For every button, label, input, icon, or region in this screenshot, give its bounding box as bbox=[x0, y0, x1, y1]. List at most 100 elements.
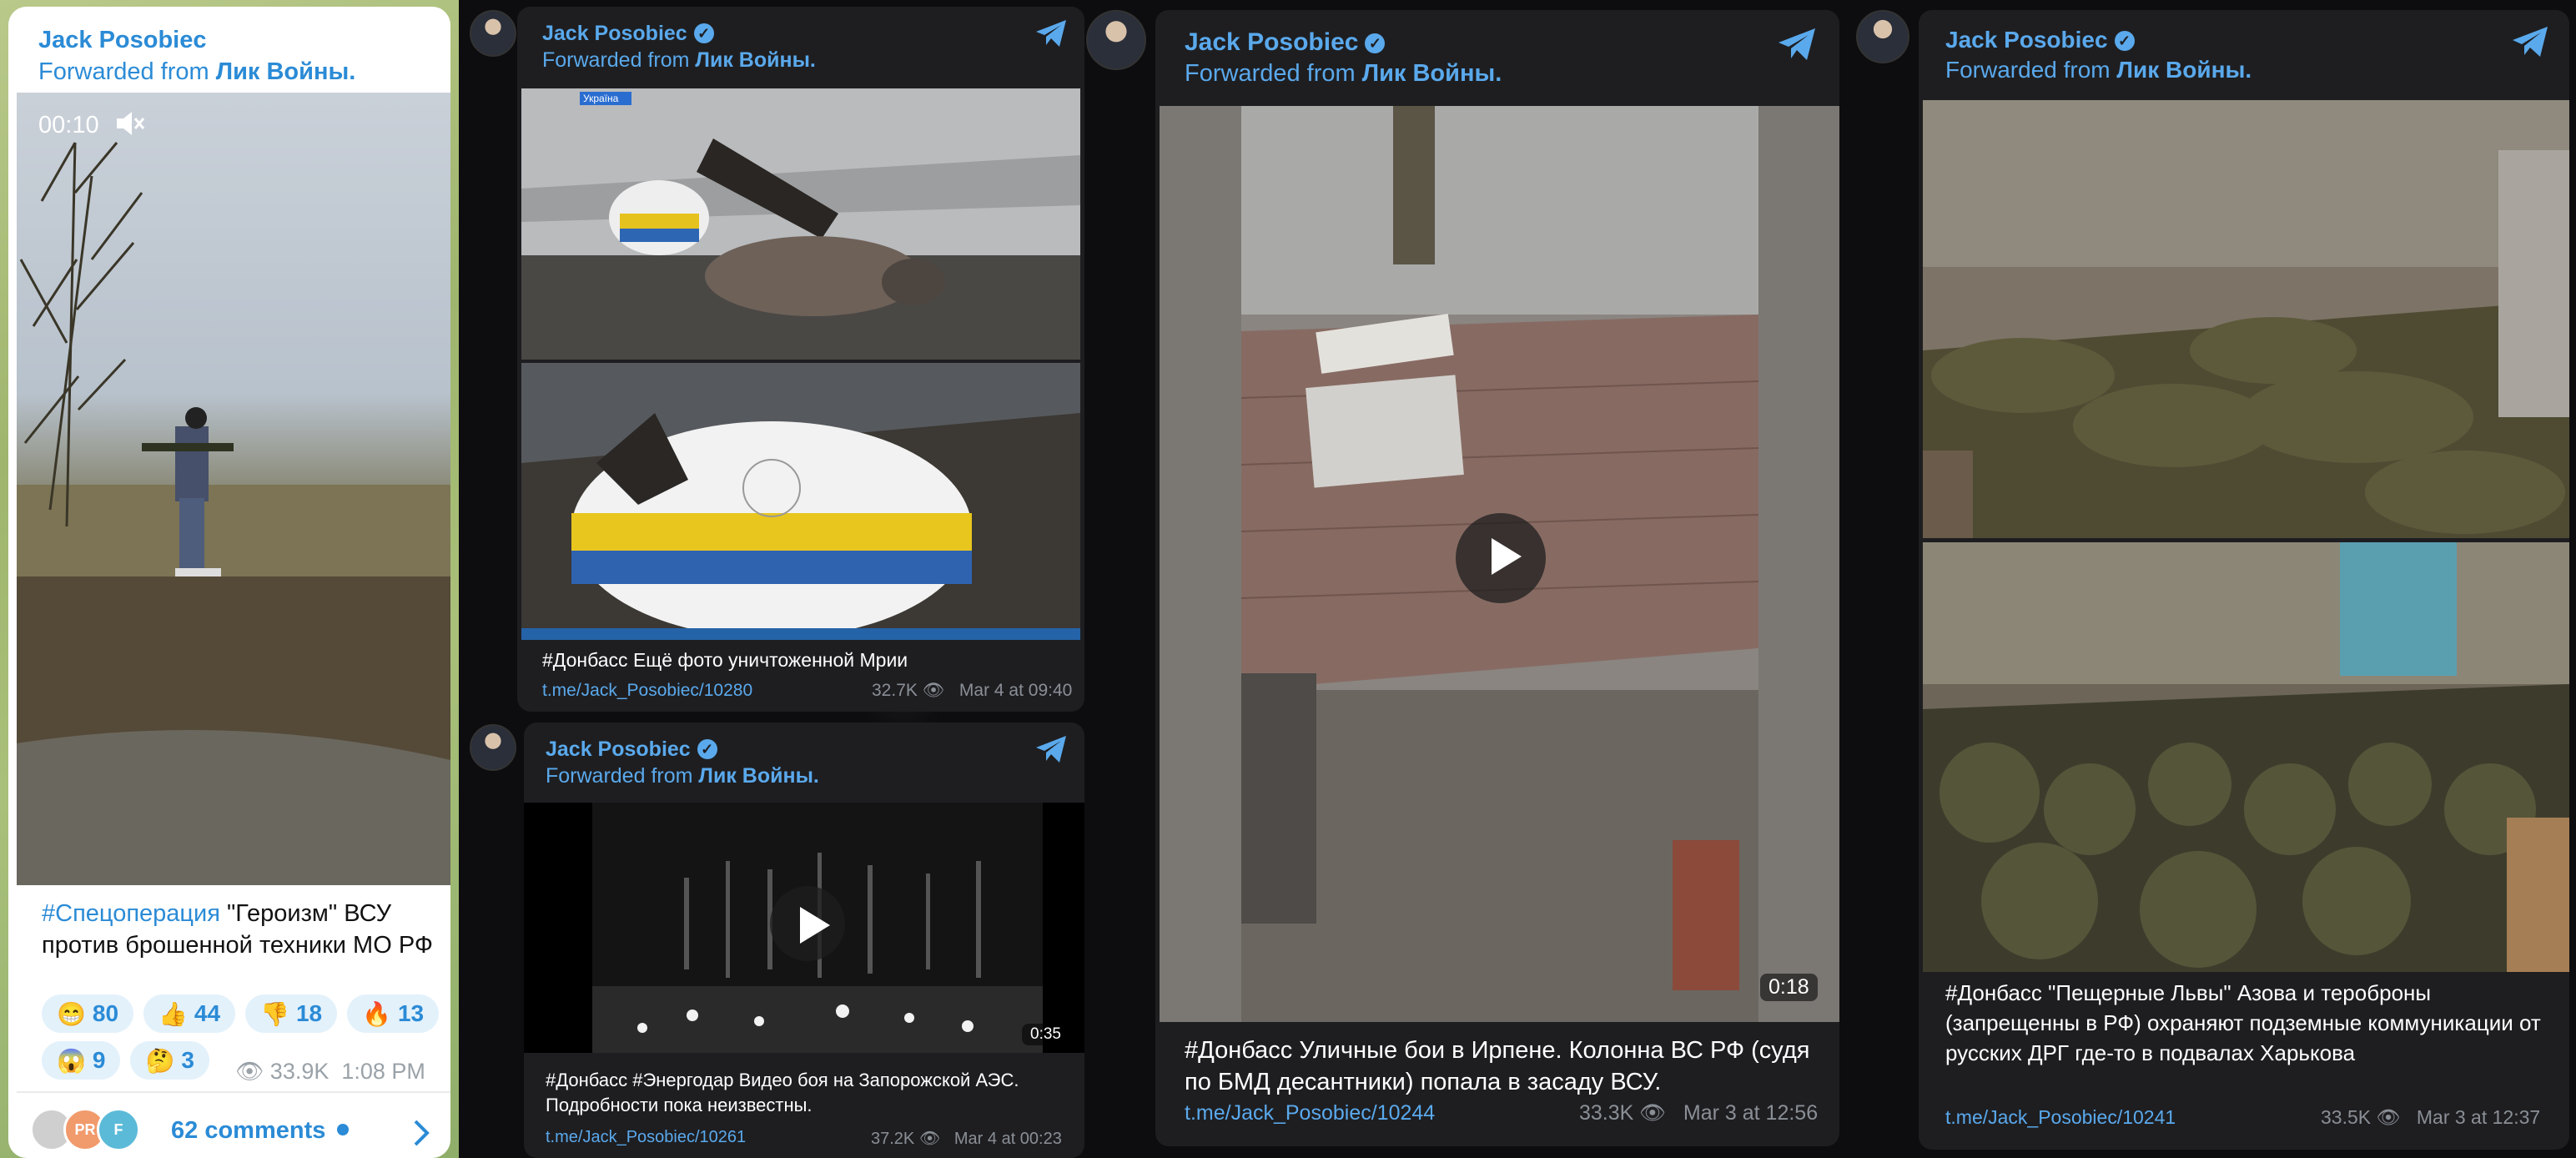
author-name[interactable]: Jack Posobiec bbox=[38, 27, 207, 54]
post-caption: #Донбасс Уличные бои в Ирпене. Колонна В… bbox=[1185, 1037, 1810, 1095]
forwarded-prefix: Forwarded from bbox=[546, 764, 693, 788]
reactions-row-1: 😁 80 👍 44 👎 18 🔥 13 bbox=[42, 994, 440, 1033]
post-link[interactable]: t.me/Jack_Posobiec/10241 bbox=[1945, 1106, 2176, 1129]
views-count: 37.2K bbox=[871, 1130, 915, 1148]
play-button[interactable] bbox=[1456, 513, 1546, 603]
reaction-count: 13 bbox=[397, 1000, 425, 1026]
reaction-count: 44 bbox=[194, 1000, 221, 1026]
video-duration: 0:35 bbox=[1022, 1024, 1069, 1045]
telegram-share-icon[interactable] bbox=[1034, 18, 1068, 48]
post-link[interactable]: t.me/Jack_Posobiec/10261 bbox=[546, 1128, 746, 1147]
post-meta: 32.7K 👁 Mar 4 at 09:40 bbox=[872, 681, 1072, 701]
mute-icon[interactable] bbox=[115, 110, 145, 137]
telegram-share-icon[interactable] bbox=[2511, 25, 2549, 58]
reaction-thumbs-up[interactable]: 👍 44 bbox=[143, 994, 236, 1033]
reaction-thumbs-down[interactable]: 👎 18 bbox=[245, 994, 338, 1033]
eye-icon: 👁 bbox=[918, 1130, 941, 1148]
reaction-emoji: 👎 bbox=[260, 1000, 289, 1027]
photo-fighters-basement-1[interactable] bbox=[1923, 100, 2569, 538]
reactions-row-2: 😱 9 🤔 3 bbox=[42, 1041, 209, 1080]
telegram-share-icon[interactable] bbox=[1034, 734, 1068, 764]
chevron-right-icon bbox=[414, 1120, 430, 1146]
eye-icon: 👁 bbox=[235, 1059, 264, 1084]
commenter-avatar-f: F bbox=[97, 1108, 140, 1151]
verified-icon: ✓ bbox=[2114, 31, 2135, 51]
post-link[interactable]: t.me/Jack_Posobiec/10280 bbox=[542, 681, 752, 701]
channel-avatar[interactable] bbox=[470, 10, 516, 57]
eye-icon: 👁 bbox=[2376, 1106, 2401, 1128]
reaction-count: 80 bbox=[92, 1000, 119, 1026]
reaction-count: 9 bbox=[92, 1047, 106, 1073]
forwarded-source-link[interactable]: Лик Войны. bbox=[2116, 57, 2251, 83]
reaction-count: 18 bbox=[295, 1000, 323, 1026]
forwarded-source-link[interactable]: Лик Войны. bbox=[695, 48, 815, 72]
post-date: Mar 4 at 09:40 bbox=[958, 681, 1073, 700]
forwarded-source-link[interactable]: Лик Войны. bbox=[698, 764, 818, 788]
post-caption: #Донбасс "Пещерные Львы" Азова и теробро… bbox=[1945, 980, 2541, 1065]
forwarded-source-link[interactable]: Лик Войны. bbox=[216, 58, 356, 85]
post-date: Mar 3 at 12:56 bbox=[1683, 1101, 1819, 1125]
forwarded-from: Forwarded from Лик Войны. bbox=[38, 58, 355, 86]
eye-icon: 👁 bbox=[1639, 1101, 1667, 1125]
post-card-mriya: Jack Posobiec ✓ Forwarded from Лик Войны.… bbox=[517, 7, 1084, 712]
divider bbox=[17, 1091, 450, 1093]
verified-icon: ✓ bbox=[693, 23, 714, 43]
reaction-thinking[interactable]: 🤔 3 bbox=[130, 1041, 209, 1080]
forwarded-from: Forwarded from Лик Войны. bbox=[1945, 57, 2251, 83]
reaction-count: 3 bbox=[181, 1047, 194, 1073]
post-meta: 33.5K 👁 Mar 3 at 12:37 bbox=[2321, 1106, 2540, 1129]
author-name[interactable]: Jack Posobiec ✓ bbox=[1945, 27, 2135, 53]
reaction-grin[interactable]: 😁 80 bbox=[42, 994, 134, 1033]
verified-icon: ✓ bbox=[697, 739, 717, 759]
play-button[interactable] bbox=[770, 886, 845, 961]
video-timestamp: 00:10 bbox=[38, 112, 99, 138]
video-frame bbox=[17, 142, 450, 885]
post-link[interactable]: t.me/Jack_Posobiec/10244 bbox=[1185, 1101, 1435, 1125]
reaction-emoji: 👍 bbox=[158, 1000, 188, 1027]
forwarded-source-link[interactable]: Лик Войны. bbox=[1362, 60, 1502, 87]
post-caption: #Спецоперация "Героизм" ВСУ против броше… bbox=[42, 898, 434, 961]
comments-count: 62 comments bbox=[171, 1117, 326, 1144]
post-date: Mar 4 at 00:23 bbox=[953, 1130, 1062, 1148]
post-caption: #Донбасс #Энергодар Видео боя на Запорож… bbox=[546, 1070, 1019, 1115]
photo-badge: Україна bbox=[583, 93, 619, 104]
author-name[interactable]: Jack Posobiec ✓ bbox=[1185, 28, 1386, 57]
forwarded-from: Forwarded from Лик Войны. bbox=[1185, 60, 1502, 88]
views-count: 32.7K bbox=[872, 681, 918, 700]
post-caption: #Донбасс Ещё фото уничтоженной Мрии bbox=[542, 649, 908, 671]
post-card-energodar: Jack Posobiec ✓ Forwarded from Лик Войны.… bbox=[524, 722, 1084, 1158]
forwarded-from: Forwarded from Лик Войны. bbox=[542, 48, 816, 73]
video-player[interactable]: 0:18 bbox=[1160, 106, 1839, 1022]
post-card-kharkiv: Jack Posobiec ✓ Forwarded from Лик Войны.… bbox=[1919, 10, 2569, 1150]
channel-avatar[interactable] bbox=[470, 724, 516, 771]
photo-destroyed-aircraft-2[interactable] bbox=[521, 363, 1080, 640]
reaction-fire[interactable]: 🔥 13 bbox=[347, 994, 440, 1033]
forwarded-prefix: Forwarded from bbox=[38, 58, 209, 85]
video-player[interactable]: 0:35 bbox=[524, 803, 1084, 1053]
telegram-share-icon[interactable] bbox=[1777, 27, 1817, 62]
photo-destroyed-aircraft-1[interactable]: Україна bbox=[521, 88, 1080, 360]
reaction-emoji: 🔥 bbox=[362, 1000, 391, 1027]
channel-avatar[interactable] bbox=[1086, 10, 1146, 70]
author-name[interactable]: Jack Posobiec ✓ bbox=[546, 738, 717, 762]
comments-label: 62 comments bbox=[171, 1117, 350, 1145]
post-meta: 33.3K 👁 Mar 3 at 12:56 bbox=[1579, 1101, 1818, 1125]
views-count: 33.3K bbox=[1579, 1101, 1634, 1125]
eye-icon: 👁 bbox=[922, 681, 945, 700]
reaction-emoji: 🤔 bbox=[145, 1047, 175, 1074]
author-name[interactable]: Jack Posobiec ✓ bbox=[542, 22, 714, 46]
reaction-emoji: 😱 bbox=[57, 1047, 86, 1074]
video-player[interactable] bbox=[17, 93, 450, 885]
post-date: Mar 3 at 12:37 bbox=[2416, 1106, 2541, 1128]
message-bubble: Jack Posobiec Forwarded from Лик Войны. bbox=[8, 7, 450, 1158]
verified-icon: ✓ bbox=[1365, 33, 1386, 53]
channel-avatar[interactable] bbox=[1856, 10, 1909, 63]
hashtag-link[interactable]: #Спецоперация bbox=[42, 900, 220, 927]
reaction-scream[interactable]: 😱 9 bbox=[42, 1041, 121, 1080]
telegram-post-panel-light: Jack Posobiec Forwarded from Лик Войны. bbox=[0, 0, 459, 1158]
forwarded-prefix: Forwarded from bbox=[1945, 57, 2111, 83]
forwarded-prefix: Forwarded from bbox=[542, 48, 690, 72]
post-time: 1:08 PM bbox=[341, 1059, 425, 1084]
photo-fighters-basement-2[interactable] bbox=[1923, 542, 2569, 972]
unread-dot-icon bbox=[337, 1124, 350, 1135]
